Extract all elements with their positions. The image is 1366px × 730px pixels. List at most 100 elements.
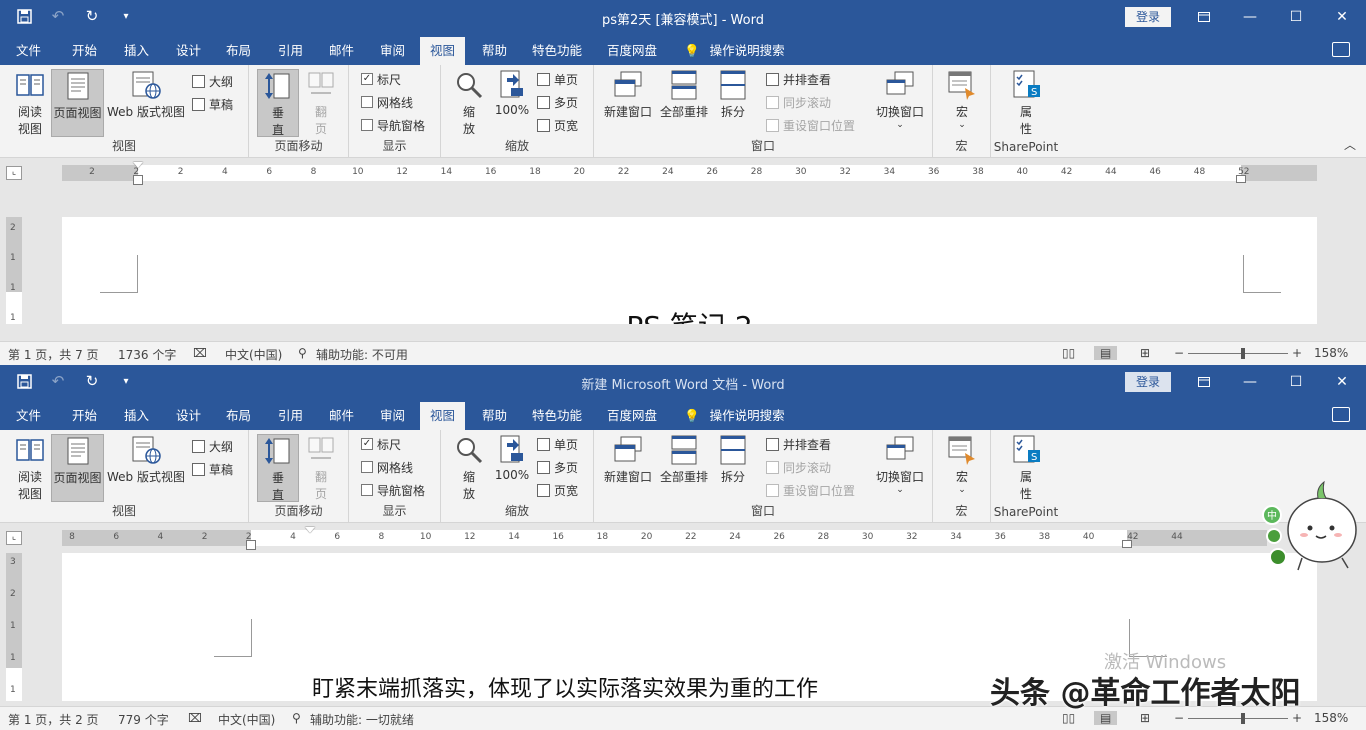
- print-layout-icon[interactable]: ▤: [1094, 346, 1118, 360]
- maximize-icon[interactable]: ☐: [1273, 369, 1319, 395]
- vertical-button[interactable]: 垂 直: [257, 434, 299, 502]
- zoom-100-button[interactable]: 100%: [491, 434, 533, 482]
- tab-help[interactable]: 帮助: [472, 402, 517, 430]
- tab-design[interactable]: 设计: [166, 37, 211, 65]
- tell-me-search[interactable]: 💡 操作说明搜索: [684, 37, 785, 65]
- right-indent-marker[interactable]: [1122, 540, 1132, 548]
- ribbon-display-options-icon[interactable]: [1181, 369, 1227, 395]
- macros-button[interactable]: 宏 ⌄: [943, 434, 981, 495]
- first-line-indent-marker[interactable]: [133, 162, 143, 168]
- zoom-slider[interactable]: [1188, 353, 1288, 354]
- split-button[interactable]: 拆分: [714, 69, 752, 120]
- draft-button[interactable]: 草稿: [192, 459, 233, 479]
- ruler-checkbox[interactable]: ✓ 标尺: [361, 69, 401, 89]
- reset-window-position-button[interactable]: 重设窗口位置: [766, 480, 855, 500]
- horizontal-ruler[interactable]: ⌞ 2 2 2 4 6 8 10 12 14 16 18 20 22 24 26 28 30 32 34 36 38 40…: [0, 158, 1366, 186]
- outline-button[interactable]: 大纲: [192, 436, 233, 456]
- tab-baidu-netdisk[interactable]: 百度网盘: [597, 402, 667, 430]
- web-layout-icon[interactable]: ⊞: [1140, 711, 1150, 725]
- nav-pane-checkbox[interactable]: 导航窗格: [361, 480, 425, 500]
- switch-windows-button[interactable]: 切换窗口 ⌄: [872, 434, 928, 495]
- sync-scrolling-button[interactable]: 同步滚动: [766, 457, 831, 477]
- left-indent-marker[interactable]: [246, 540, 256, 550]
- vertical-button[interactable]: 垂 直: [257, 69, 299, 137]
- reset-window-position-button[interactable]: 重设窗口位置: [766, 115, 855, 135]
- one-page-button[interactable]: 单页: [537, 69, 578, 89]
- language[interactable]: 中文(中国): [225, 346, 282, 363]
- tab-baidu-netdisk[interactable]: 百度网盘: [597, 37, 667, 65]
- zoom-button[interactable]: 缩 放: [451, 69, 487, 137]
- switch-windows-button[interactable]: 切换窗口 ⌄: [872, 69, 928, 130]
- outline-button[interactable]: 大纲: [192, 71, 233, 91]
- tab-view[interactable]: 视图: [420, 37, 466, 65]
- proofing-icon[interactable]: ⌧: [188, 711, 202, 725]
- zoom-in-icon[interactable]: +: [1292, 711, 1302, 725]
- tab-review[interactable]: 审阅: [370, 402, 415, 430]
- horizontal-ruler[interactable]: ⌞ 8 6 4 2 2 4 6 8 10 12 14 16 18 20 22 24 26 28 30 32 34 36 38…: [0, 523, 1366, 551]
- read-mode-button[interactable]: 阅读 视图: [8, 434, 52, 502]
- split-button[interactable]: 拆分: [714, 434, 752, 485]
- vertical-ruler[interactable]: 3 2 1 1 1: [6, 553, 22, 701]
- zoom-level[interactable]: 158%: [1314, 346, 1348, 360]
- arrange-all-button[interactable]: 全部重排: [656, 434, 712, 485]
- proofing-icon[interactable]: ⌧: [193, 346, 207, 360]
- tell-me-search[interactable]: 💡 操作说明搜索: [684, 402, 785, 430]
- login-button[interactable]: 登录: [1125, 7, 1171, 27]
- new-window-button[interactable]: 新建窗口: [600, 434, 656, 485]
- accessibility-status[interactable]: 辅助功能: 一切就绪: [310, 711, 414, 728]
- zoom-100-button[interactable]: 100%: [491, 69, 533, 117]
- language[interactable]: 中文(中国): [218, 711, 275, 728]
- sync-scrolling-button[interactable]: 同步滚动: [766, 92, 831, 112]
- print-layout-icon[interactable]: ▤: [1094, 711, 1118, 725]
- minimize-icon[interactable]: —: [1227, 4, 1273, 30]
- tab-help[interactable]: 帮助: [472, 37, 517, 65]
- tab-mailings[interactable]: 邮件: [319, 37, 364, 65]
- new-window-button[interactable]: 新建窗口: [600, 69, 656, 120]
- print-layout-button[interactable]: 页面视图: [51, 69, 104, 137]
- first-line-indent-marker[interactable]: [305, 527, 315, 533]
- left-indent-marker[interactable]: [133, 175, 143, 185]
- arrange-all-button[interactable]: 全部重排: [656, 69, 712, 120]
- print-layout-button[interactable]: 页面视图: [51, 434, 104, 502]
- gridlines-checkbox[interactable]: 网格线: [361, 457, 413, 477]
- right-indent-marker[interactable]: [1236, 175, 1246, 183]
- zoom-out-icon[interactable]: −: [1174, 711, 1184, 725]
- properties-button[interactable]: S 属 性: [1007, 69, 1045, 137]
- word-count[interactable]: 1736 个字: [118, 346, 176, 363]
- read-mode-icon[interactable]: ▯▯: [1062, 346, 1075, 360]
- document-page[interactable]: PS 笔记 2: [62, 217, 1317, 324]
- draft-button[interactable]: 草稿: [192, 94, 233, 114]
- comments-icon[interactable]: [1332, 42, 1350, 57]
- macros-button[interactable]: 宏 ⌄: [943, 69, 981, 130]
- zoom-slider[interactable]: [1188, 718, 1288, 719]
- zoom-slider-thumb[interactable]: [1241, 348, 1245, 359]
- view-side-by-side-button[interactable]: 并排查看: [766, 69, 831, 89]
- tab-references[interactable]: 引用: [268, 402, 313, 430]
- read-mode-icon[interactable]: ▯▯: [1062, 711, 1075, 725]
- tab-insert[interactable]: 插入: [114, 402, 159, 430]
- zoom-button[interactable]: 缩 放: [451, 434, 487, 502]
- tab-review[interactable]: 审阅: [370, 37, 415, 65]
- side-to-side-button[interactable]: 翻 页: [301, 434, 341, 502]
- page-count[interactable]: 第 1 页，共 7 页: [8, 346, 99, 363]
- tab-special-features[interactable]: 特色功能: [522, 37, 592, 65]
- tab-references[interactable]: 引用: [268, 37, 313, 65]
- close-icon[interactable]: ✕: [1319, 369, 1365, 395]
- ribbon-display-options-icon[interactable]: [1181, 4, 1227, 30]
- tab-insert[interactable]: 插入: [114, 37, 159, 65]
- view-side-by-side-button[interactable]: 并排查看: [766, 434, 831, 454]
- zoom-level[interactable]: 158%: [1314, 711, 1348, 725]
- tab-view[interactable]: 视图: [420, 402, 466, 430]
- ruler-checkbox[interactable]: ✓ 标尺: [361, 434, 401, 454]
- tab-file[interactable]: 文件: [6, 37, 51, 65]
- tab-home[interactable]: 开始: [62, 37, 107, 65]
- zoom-in-icon[interactable]: +: [1292, 346, 1302, 360]
- tab-special-features[interactable]: 特色功能: [522, 402, 592, 430]
- tab-layout[interactable]: 布局: [216, 37, 261, 65]
- vertical-ruler[interactable]: 2 1 1 1: [6, 217, 22, 324]
- zoom-out-icon[interactable]: −: [1174, 346, 1184, 360]
- accessibility-status[interactable]: 辅助功能: 不可用: [316, 346, 408, 363]
- web-layout-button[interactable]: Web 版式视图: [104, 69, 188, 120]
- web-layout-button[interactable]: Web 版式视图: [104, 434, 188, 485]
- minimize-icon[interactable]: —: [1227, 369, 1273, 395]
